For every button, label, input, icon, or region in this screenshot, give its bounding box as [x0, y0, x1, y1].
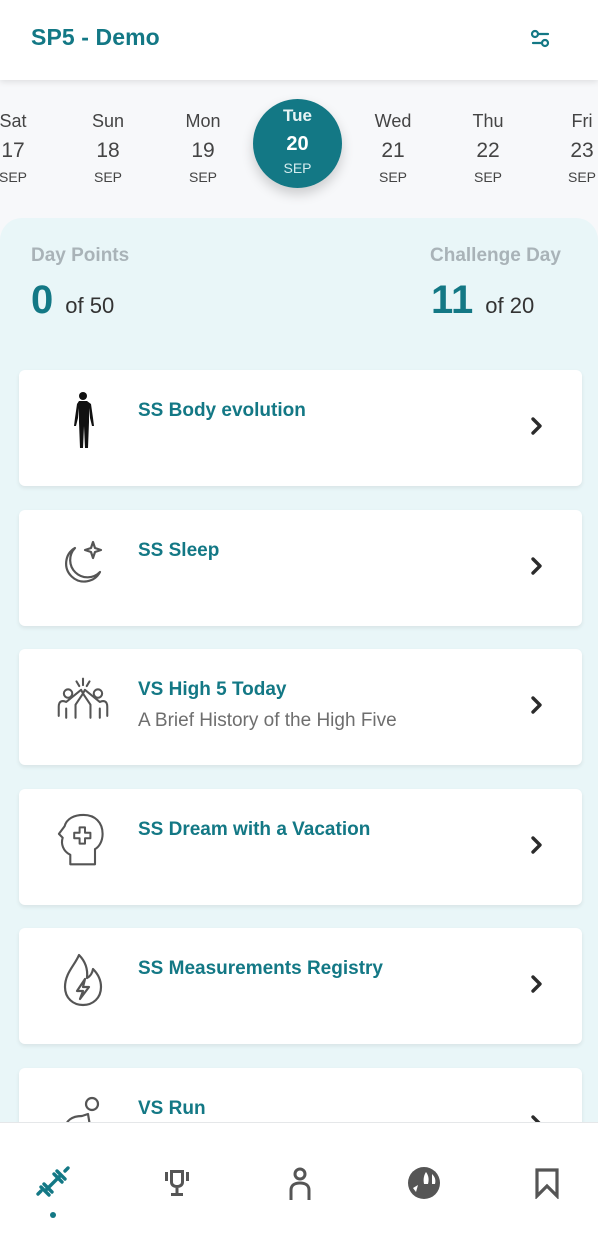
day-of-week: Sat: [0, 111, 27, 131]
chevron-right-icon: [531, 417, 542, 435]
day-number: 19: [191, 139, 215, 162]
day-of-week: Wed: [374, 111, 412, 131]
activity-title: SS Dream with a Vacation: [138, 819, 371, 840]
day-month: SEP: [93, 169, 122, 185]
day-month: SEP: [188, 169, 217, 185]
date-thu-22[interactable]: Thu 22 SEP: [453, 110, 523, 186]
day-month: SEP: [0, 169, 27, 185]
flame-bolt-icon: [55, 948, 111, 1012]
bookmark-icon: [535, 1168, 559, 1199]
date-mon-19[interactable]: Mon 19 SEP: [168, 110, 238, 186]
day-month: SEP: [378, 169, 407, 185]
challenge-day-number: 11: [431, 278, 474, 322]
challenge-day-label: Challenge Day: [430, 245, 561, 266]
sliders-icon: [530, 29, 550, 48]
activity-title: SS Measurements Registry: [138, 958, 383, 979]
globe-icon: [408, 1167, 440, 1199]
challenge-day-total: of 20: [485, 293, 535, 318]
day-of-week: Fri: [571, 111, 593, 131]
day-month: SEP: [567, 169, 596, 185]
date-tue-20-selected[interactable]: Tue 20 SEP: [253, 99, 342, 188]
activity-card-measurements-registry[interactable]: SS Measurements Registry: [19, 928, 582, 1044]
day-number: 22: [476, 139, 500, 162]
day-points-total: of 50: [65, 293, 115, 318]
date-wed-21[interactable]: Wed 21 SEP: [358, 110, 428, 186]
nav-profile[interactable]: [280, 1163, 320, 1203]
day-points-number: 0: [31, 278, 54, 322]
activity-card-body-evolution[interactable]: SS Body evolution: [19, 370, 582, 486]
day-number: 18: [96, 139, 120, 162]
date-fri-23[interactable]: Fri 23 SEP: [547, 110, 598, 186]
person-icon: [289, 1167, 311, 1200]
nav-saved[interactable]: [527, 1163, 567, 1203]
chevron-right-icon: [531, 836, 542, 854]
moon-star-icon: [55, 530, 111, 594]
trophy-icon: [165, 1170, 189, 1196]
activity-title: VS High 5 Today: [138, 679, 287, 700]
day-month: SEP: [473, 169, 502, 185]
day-of-week: Sun: [91, 111, 125, 131]
content-panel: Day Points 0 of 50 Challenge Day 11 of 2…: [0, 218, 598, 1238]
activity-card-high-5-today[interactable]: VS High 5 Today A Brief History of the H…: [19, 649, 582, 765]
dumbbell-icon: [36, 1166, 70, 1197]
human-body-icon: [55, 390, 111, 454]
chevron-right-icon: [531, 696, 542, 714]
active-nav-indicator: [50, 1212, 56, 1218]
activity-subtitle: A Brief History of the High Five: [138, 710, 397, 731]
day-of-week: Tue: [283, 106, 312, 125]
day-of-week: Mon: [185, 111, 221, 131]
high-five-icon: [55, 669, 111, 733]
activity-title: VS Run: [138, 1098, 206, 1119]
nav-explore[interactable]: [404, 1163, 444, 1203]
activity-title: SS Sleep: [138, 540, 220, 561]
nav-workouts[interactable]: [33, 1163, 73, 1203]
chevron-right-icon: [531, 557, 542, 575]
bottom-nav: [0, 1122, 598, 1238]
app-bar: SP5 - Demo: [0, 0, 598, 80]
date-strip: Sat 17 SEP Sun 18 SEP Mon 19 SEP Tue 20 …: [0, 80, 598, 210]
day-number: 23: [570, 139, 594, 162]
day-number: 20: [286, 133, 309, 155]
day-month: SEP: [283, 160, 312, 176]
activity-title: SS Body evolution: [138, 400, 306, 421]
date-sat-17[interactable]: Sat 17 SEP: [0, 110, 48, 186]
activity-card-dream-vacation[interactable]: SS Dream with a Vacation: [19, 789, 582, 905]
day-points-value: 0 of 50: [31, 278, 114, 323]
app-title: SP5 - Demo: [31, 24, 160, 50]
chevron-right-icon: [531, 975, 542, 993]
day-number: 17: [1, 139, 25, 162]
date-sun-18[interactable]: Sun 18 SEP: [73, 110, 143, 186]
challenge-day-value: 11 of 20: [431, 278, 534, 323]
day-of-week: Thu: [472, 111, 504, 131]
day-number: 21: [381, 139, 405, 162]
head-plus-icon: [55, 809, 111, 873]
nav-challenges[interactable]: [157, 1163, 197, 1203]
activity-card-sleep[interactable]: SS Sleep: [19, 510, 582, 626]
day-points-label: Day Points: [31, 245, 130, 266]
filter-button[interactable]: [527, 26, 555, 52]
